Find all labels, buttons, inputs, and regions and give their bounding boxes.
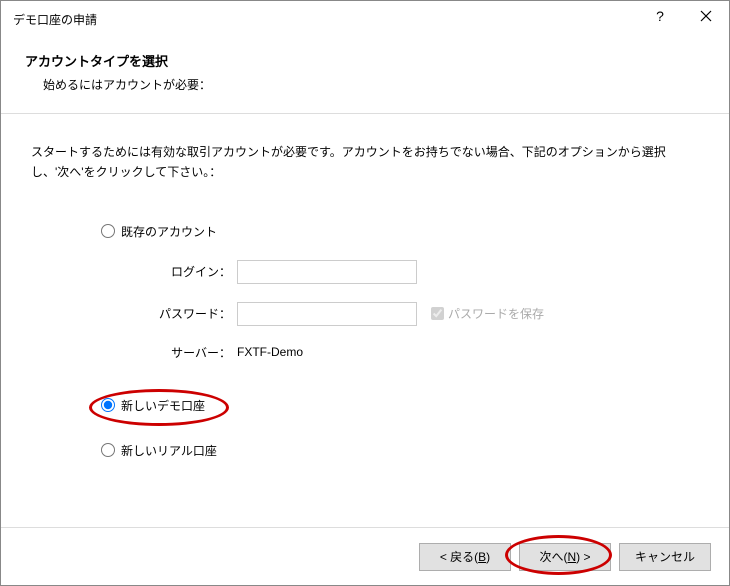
instruction-text: スタートするためには有効な取引アカウントが必要です。アカウントをお持ちでない場合… [31, 142, 699, 183]
radio-new-real-input[interactable] [101, 443, 115, 457]
radio-new-real[interactable]: 新しいリアル口座 [101, 442, 699, 459]
content-area: スタートするためには有効な取引アカウントが必要です。アカウントをお持ちでない場合… [1, 114, 729, 489]
header-title: アカウントタイプを選択 [25, 51, 705, 70]
radio-existing-label: 既存のアカウント [121, 223, 217, 240]
login-row: ログイン： [131, 260, 699, 284]
login-label: ログイン： [131, 263, 231, 280]
password-row: パスワード： パスワードを保存 [131, 302, 699, 326]
dialog-window: デモ口座の申請 ? アカウントタイプを選択 始めるにはアカウントが必要： スター… [0, 0, 730, 586]
header-subtitle: 始めるにはアカウントが必要： [25, 76, 705, 93]
cancel-button[interactable]: キャンセル [619, 543, 711, 571]
titlebar-buttons: ? [637, 1, 729, 31]
titlebar: デモ口座の申請 ? [1, 1, 729, 37]
save-password-input[interactable] [431, 307, 444, 320]
window-title: デモ口座の申請 [13, 11, 97, 28]
header-block: アカウントタイプを選択 始めるにはアカウントが必要： [1, 37, 729, 105]
options-block: 既存のアカウント ログイン： パスワード： パスワードを保存 サーバー： FXT… [101, 223, 699, 459]
radio-existing-account[interactable]: 既存のアカウント [101, 223, 699, 240]
save-password-checkbox[interactable]: パスワードを保存 [431, 305, 544, 322]
server-value: FXTF-Demo [237, 345, 303, 359]
button-bar: < 戻る(B) 次へ(N) > キャンセル [1, 527, 729, 585]
password-input[interactable] [237, 302, 417, 326]
password-label: パスワード： [131, 305, 231, 322]
close-icon[interactable] [683, 1, 729, 31]
login-input[interactable] [237, 260, 417, 284]
back-button-label: < 戻る(B) [440, 550, 490, 564]
save-password-label: パスワードを保存 [448, 305, 544, 322]
radio-new-real-label: 新しいリアル口座 [121, 442, 217, 459]
radio-new-demo[interactable]: 新しいデモ口座 [101, 397, 699, 414]
server-label: サーバー： [131, 344, 231, 361]
next-button-label: 次へ(N) > [539, 550, 590, 564]
help-icon[interactable]: ? [637, 1, 683, 31]
radio-existing-input[interactable] [101, 224, 115, 238]
next-button[interactable]: 次へ(N) > [519, 543, 611, 571]
back-button[interactable]: < 戻る(B) [419, 543, 511, 571]
server-row: サーバー： FXTF-Demo [131, 344, 699, 361]
radio-new-demo-input[interactable] [101, 398, 115, 412]
radio-new-demo-label: 新しいデモ口座 [121, 397, 205, 414]
